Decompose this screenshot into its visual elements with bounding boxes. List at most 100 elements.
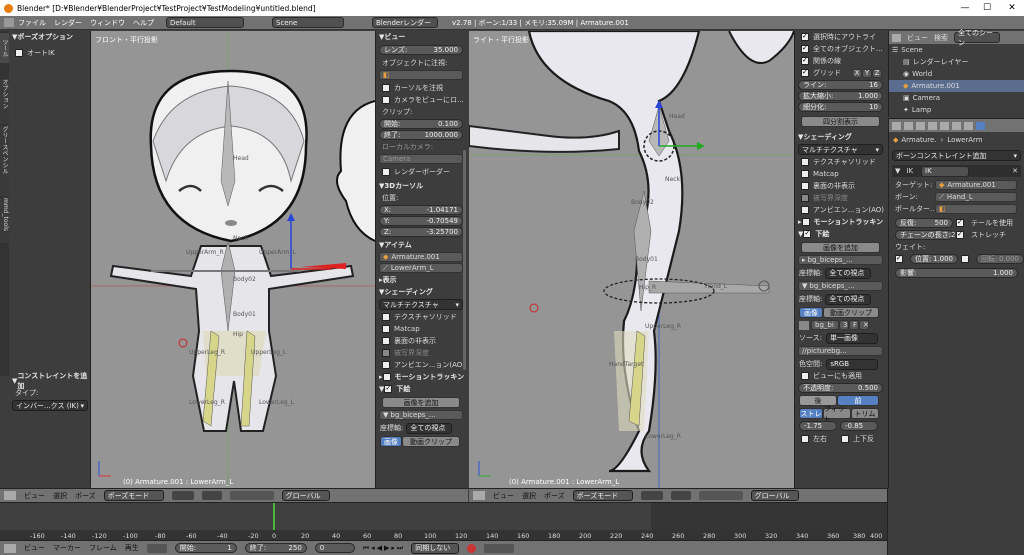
outliner-search-menu[interactable]: 検索: [934, 33, 948, 43]
lock-camera-checkbox[interactable]: [382, 96, 390, 104]
3d-cursor-icon[interactable]: [178, 338, 188, 348]
lens-field[interactable]: レンズ: 35.000: [379, 45, 463, 55]
menu-file[interactable]: ファイル: [18, 18, 46, 28]
bone-constraint-tab-icon[interactable]: [976, 121, 985, 130]
bone-target-field[interactable]: ⟋ Hand_L: [935, 192, 1017, 202]
3d-cursor-right-icon[interactable]: [529, 303, 539, 313]
right-manipulator-icons[interactable]: [698, 491, 743, 500]
quad-view-button[interactable]: 四分割表示: [801, 116, 880, 127]
bg-item[interactable]: ▼ bg_biceps_...: [379, 410, 463, 420]
dof-checkbox[interactable]: [382, 349, 390, 357]
local-camera-field[interactable]: Camera: [379, 154, 463, 164]
data-tab-icon[interactable]: [952, 121, 961, 130]
right-mode-select[interactable]: ポーズモード: [572, 490, 633, 501]
right-pivot-select[interactable]: [670, 491, 691, 500]
motion-track-right-header[interactable]: ▸ モーショントラッキン: [795, 216, 886, 228]
item-header[interactable]: ▼ アイテム: [376, 239, 466, 251]
front-mode-select[interactable]: ポーズモード: [103, 490, 164, 501]
outliner-render-layer[interactable]: レンダーレイヤー: [913, 57, 969, 67]
menu-window[interactable]: ウィンドウ: [90, 18, 125, 28]
image-users-field[interactable]: 3: [839, 320, 849, 330]
preview-range-toggle[interactable]: [146, 543, 167, 553]
grid-scale-field[interactable]: 拡大縮小: 1.000: [798, 91, 883, 101]
flip-x-checkbox[interactable]: [801, 435, 809, 443]
outliner-view-menu[interactable]: ビュー: [907, 33, 928, 43]
offset-y-field[interactable]: -0.85: [840, 421, 878, 431]
front-pose-menu[interactable]: ポーズ: [75, 491, 96, 501]
image-name-field[interactable]: bg_bi: [811, 320, 839, 330]
outliner-editor-icon[interactable]: [892, 33, 901, 42]
weight-position-field[interactable]: 位置: 1.000: [910, 254, 958, 264]
offset-x-field[interactable]: -1.75: [799, 421, 837, 431]
render-border-checkbox[interactable]: [382, 168, 390, 176]
flip-y-checkbox[interactable]: [841, 435, 849, 443]
background-right-header[interactable]: ▼ 下絵: [795, 228, 886, 240]
render-engine-selector[interactable]: Blenderレンダー: [372, 17, 438, 28]
dof-right-checkbox[interactable]: [801, 194, 809, 202]
viewport-right[interactable]: ライト・平行投影 (0) Armature.001 : LowerArm_L H…: [469, 31, 794, 488]
menu-help[interactable]: ヘルプ: [133, 18, 154, 28]
movie-right-button[interactable]: 動画クリップ: [823, 307, 879, 318]
axis-select[interactable]: 全ての視点: [406, 422, 453, 434]
shading-right-header[interactable]: ▼ シェーディング: [795, 131, 886, 143]
timeline-playback-menu[interactable]: 再生: [125, 543, 139, 553]
cursor-header[interactable]: ▼ 3Dカーソル: [376, 180, 466, 192]
front-select-menu[interactable]: 選択: [53, 491, 67, 501]
stretch-checkbox[interactable]: [956, 231, 964, 239]
motion-track-header[interactable]: ▸ モーショントラッキン: [376, 371, 466, 383]
weight-position-checkbox[interactable]: [895, 255, 903, 263]
keying-set-select[interactable]: [484, 543, 515, 553]
chain-length-field[interactable]: チェーンの長さ: 2: [895, 230, 955, 240]
tab-grease-pencil[interactable]: グリースペンシル: [0, 126, 9, 196]
scene-selector[interactable]: Scene: [272, 17, 344, 28]
lock-cursor-checkbox[interactable]: [382, 84, 390, 92]
timeline-view-menu[interactable]: ビュー: [24, 543, 45, 553]
add-bone-constraint-select[interactable]: ボーンコンストレイント追加 ▾: [892, 150, 1021, 161]
jump-end-icon[interactable]: ⏭: [397, 544, 403, 553]
constraint-add-header[interactable]: ▼ コンストレイントを追加: [9, 372, 91, 390]
influence-field[interactable]: 影響: 1.000: [895, 268, 1018, 278]
background-right-checkbox[interactable]: [803, 230, 812, 238]
pole-target-field[interactable]: ◧: [935, 204, 1017, 214]
render-tab-icon[interactable]: [892, 121, 901, 130]
all-edges-checkbox[interactable]: [801, 45, 809, 53]
fake-user-button[interactable]: F: [849, 320, 859, 330]
front-manipulator-icons[interactable]: [229, 491, 274, 500]
auto-ik-checkbox[interactable]: [15, 49, 23, 57]
outliner-lamp[interactable]: Lamp: [912, 106, 931, 114]
cursor-x-field[interactable]: X: -1.04171: [379, 205, 463, 215]
front-orientation-select[interactable]: グローバル: [281, 490, 330, 501]
movie-clip-button[interactable]: 動画クリップ: [402, 436, 460, 447]
play-icon[interactable]: ▶: [384, 544, 389, 553]
current-frame-field[interactable]: 0: [314, 543, 355, 553]
outliner-armature[interactable]: Armature.001: [911, 82, 959, 90]
shading-right-select[interactable]: マルチテクスチャ ▾: [798, 144, 883, 155]
clip-end-field[interactable]: 終了: 1000.000: [379, 130, 463, 140]
grid-subdiv-field[interactable]: 細分化: 10: [798, 102, 883, 112]
object-tab-icon[interactable]: [928, 121, 937, 130]
right-pose-menu[interactable]: ポーズ: [544, 491, 565, 501]
backface-right-checkbox[interactable]: [801, 182, 809, 190]
front-shading-select[interactable]: [171, 491, 194, 500]
outline-selected-checkbox[interactable]: [801, 33, 809, 41]
background-checkbox[interactable]: [384, 385, 393, 393]
prev-key-icon[interactable]: ◂: [371, 544, 375, 553]
motion-track-checkbox[interactable]: [382, 373, 391, 381]
item-name-field[interactable]: ◆ Armature.001: [379, 252, 463, 262]
tex-solid-right-checkbox[interactable]: [801, 158, 809, 166]
sync-mode-select[interactable]: 同期しない: [411, 542, 460, 554]
bg-right-item-2[interactable]: ▼ bg_biceps_...: [798, 281, 883, 291]
display-header[interactable]: ▸ 表示: [376, 274, 466, 286]
use-tail-checkbox[interactable]: [956, 219, 964, 227]
viewport-front[interactable]: フロント・平行投影 (0) Armature.001 : LowerArm_L …: [91, 31, 375, 488]
bg-right-item-1[interactable]: ▸ bg_biceps_...: [798, 255, 883, 265]
tex-solid-checkbox[interactable]: [382, 313, 390, 321]
shading-header[interactable]: ▼ シェーディング: [376, 286, 466, 298]
iterations-field[interactable]: 反復: 500: [895, 218, 953, 228]
background-header[interactable]: ▼ 下絵: [376, 383, 466, 395]
cursor-z-field[interactable]: Z: -3.25700: [379, 227, 463, 237]
show-on-foreground-checkbox[interactable]: [801, 372, 809, 380]
timeline-frame-menu[interactable]: フレーム: [89, 543, 117, 553]
bone-name-field[interactable]: ⟋ LowerArm_L: [379, 263, 463, 273]
outliner-scene[interactable]: Scene: [901, 46, 922, 54]
